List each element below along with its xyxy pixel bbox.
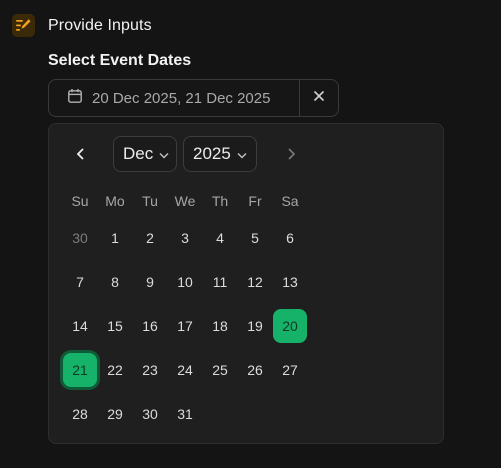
- weekday-header: Th: [211, 193, 229, 209]
- month-select-value: Dec: [123, 144, 154, 163]
- inputs-panel: Provide Inputs Select Event Dates 20 Dec…: [0, 0, 501, 468]
- weekday-header: Su: [71, 193, 89, 209]
- calendar-day[interactable]: 8: [98, 265, 132, 299]
- calendar-day[interactable]: 29: [98, 397, 132, 431]
- calendar-day[interactable]: 30: [63, 221, 97, 255]
- chevron-right-icon: [286, 147, 296, 166]
- calendar-day[interactable]: 25: [203, 353, 237, 387]
- close-icon: [313, 89, 325, 107]
- chevron-left-icon: [76, 147, 86, 166]
- prev-month-button[interactable]: [67, 142, 95, 170]
- calendar-day-selected[interactable]: 20: [273, 309, 307, 343]
- calendar-day[interactable]: 23: [133, 353, 167, 387]
- date-range-trigger[interactable]: 20 Dec 2025, 21 Dec 2025: [49, 80, 299, 116]
- pencil-list-icon: [12, 14, 35, 37]
- clear-dates-button[interactable]: [299, 80, 338, 116]
- calendar-day[interactable]: 31: [168, 397, 202, 431]
- calendar-day[interactable]: 17: [168, 309, 202, 343]
- next-month-button[interactable]: [277, 142, 305, 170]
- calendar-day[interactable]: 5: [238, 221, 272, 255]
- calendar-day[interactable]: 24: [168, 353, 202, 387]
- calendar-day[interactable]: 18: [203, 309, 237, 343]
- calendar-day[interactable]: 3: [168, 221, 202, 255]
- calendar-day[interactable]: 2: [133, 221, 167, 255]
- chevron-down-icon: [159, 144, 169, 164]
- calendar-day[interactable]: 7: [63, 265, 97, 299]
- calendar-day[interactable]: 15: [98, 309, 132, 343]
- weekday-header: Sa: [281, 193, 299, 209]
- calendar-day[interactable]: 22: [98, 353, 132, 387]
- field-label: Select Event Dates: [48, 52, 192, 69]
- chevron-down-icon: [237, 144, 247, 164]
- weekday-header: We: [174, 193, 196, 209]
- month-select[interactable]: Dec: [113, 136, 177, 172]
- calendar-day-selected[interactable]: 21: [63, 353, 97, 387]
- calendar-day[interactable]: 30: [133, 397, 167, 431]
- panel-title: Provide Inputs: [48, 16, 152, 34]
- calendar-day[interactable]: 13: [273, 265, 307, 299]
- calendar-day[interactable]: 16: [133, 309, 167, 343]
- calendar-day[interactable]: 10: [168, 265, 202, 299]
- calendar-day[interactable]: 27: [273, 353, 307, 387]
- date-range-value: 20 Dec 2025, 21 Dec 2025: [92, 89, 271, 107]
- year-select[interactable]: 2025: [183, 136, 257, 172]
- calendar-popover: Dec 2025 Su Mo Tu We Th Fr Sa 30 1 2 3 4 5 6 7 8 9 10: [48, 123, 444, 444]
- calendar-day[interactable]: 26: [238, 353, 272, 387]
- calendar-day[interactable]: 1: [98, 221, 132, 255]
- year-select-value: 2025: [193, 144, 231, 163]
- date-range-field[interactable]: 20 Dec 2025, 21 Dec 2025: [48, 79, 339, 117]
- calendar-day[interactable]: 4: [203, 221, 237, 255]
- weekday-header: Fr: [248, 193, 262, 209]
- panel-header: Provide Inputs: [12, 14, 152, 37]
- weekday-header: Mo: [105, 193, 125, 209]
- calendar-icon: [67, 88, 83, 109]
- weekday-header: Tu: [142, 193, 158, 209]
- calendar-day[interactable]: 14: [63, 309, 97, 343]
- calendar-day[interactable]: 19: [238, 309, 272, 343]
- calendar-day[interactable]: 28: [63, 397, 97, 431]
- calendar-day[interactable]: 12: [238, 265, 272, 299]
- calendar-day[interactable]: 9: [133, 265, 167, 299]
- calendar-day[interactable]: 11: [203, 265, 237, 299]
- calendar-day[interactable]: 6: [273, 221, 307, 255]
